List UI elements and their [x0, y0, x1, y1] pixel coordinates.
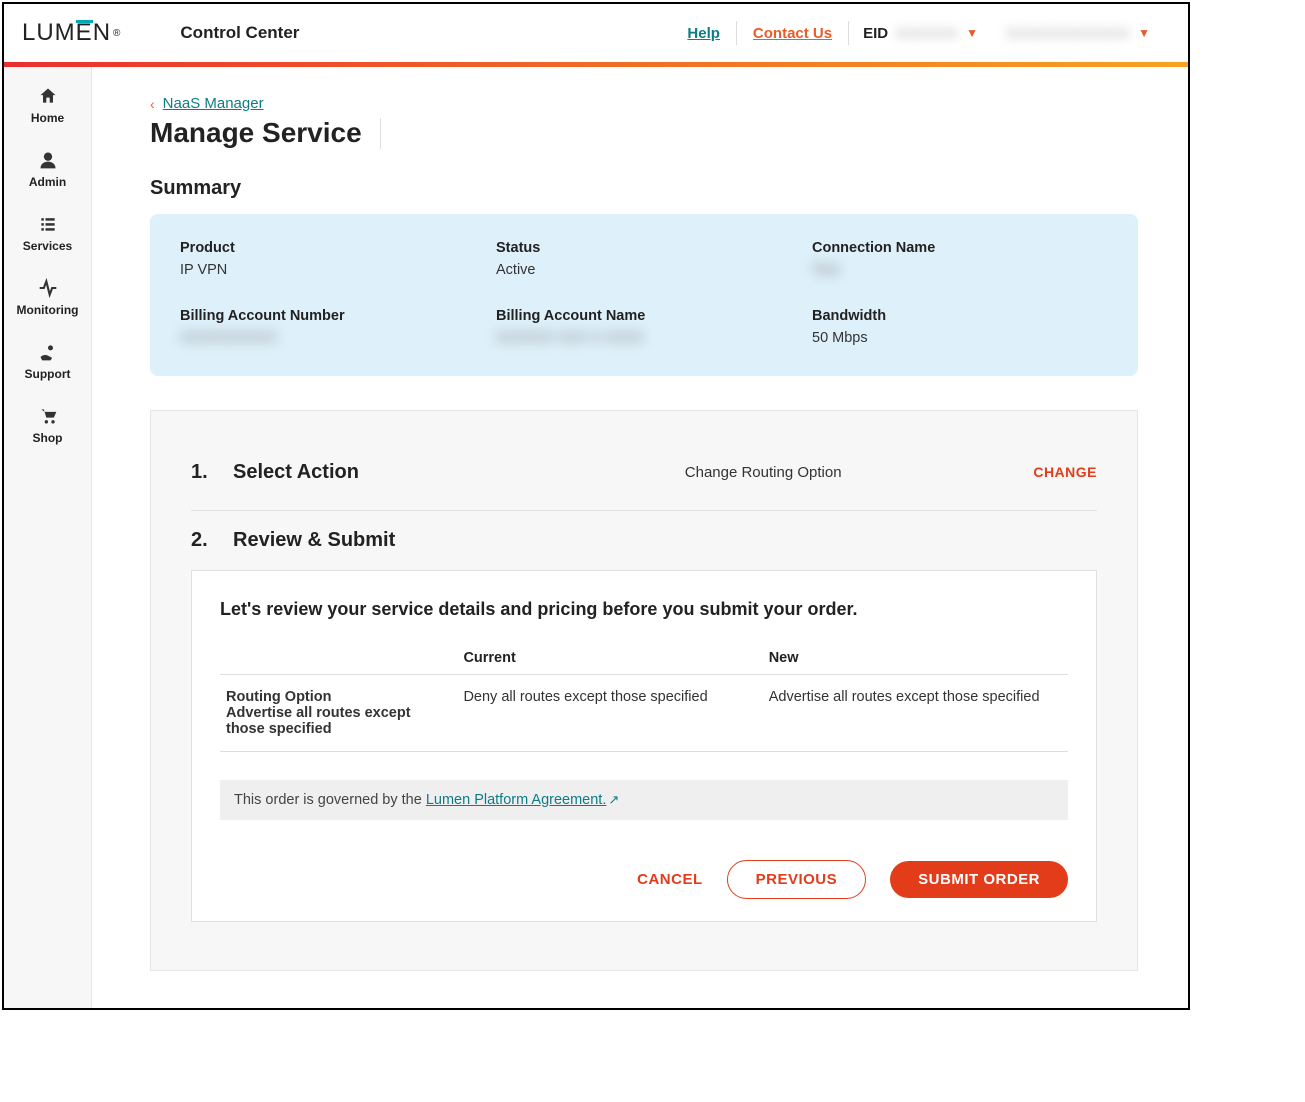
control-center-label: Control Center: [180, 23, 299, 43]
row-new-value: Advertise all routes except those specif…: [763, 674, 1068, 751]
summary-card: Product IP VPN Status Active Connection …: [150, 214, 1138, 376]
field-value: IP VPN: [180, 262, 476, 278]
field-status: Status Active: [496, 240, 792, 278]
field-product: Product IP VPN: [180, 240, 476, 278]
sidebar-item-label: Shop: [4, 431, 91, 445]
button-row: CANCEL PREVIOUS SUBMIT ORDER: [220, 860, 1068, 899]
eid-dropdown[interactable]: EID XXXXXX ▼: [849, 25, 992, 42]
account-value: XXXXXXXXXXXX: [1006, 25, 1130, 41]
review-table: Current New Routing Option Advertise all…: [220, 642, 1068, 752]
summary-heading: Summary: [150, 177, 1138, 200]
review-panel: Let's review your service details and pr…: [191, 570, 1097, 922]
step-one-row: 1. Select Action Change Routing Option C…: [191, 443, 1097, 502]
field-label: Connection Name: [812, 240, 1108, 256]
sidebar-item-support[interactable]: Support: [4, 341, 91, 381]
chevron-down-icon: ▼: [1138, 26, 1150, 40]
sidebar-item-monitoring[interactable]: Monitoring: [4, 277, 91, 317]
eid-label: EID: [863, 25, 888, 42]
header: LUMEN® Control Center Help Contact Us EI…: [4, 4, 1188, 62]
step-title: Review & Submit: [233, 529, 493, 552]
breadcrumb-back-link[interactable]: NaaS Manager: [163, 95, 264, 112]
help-link[interactable]: Help: [671, 25, 736, 42]
field-value: XXXXXX XXX X XXXX: [496, 330, 792, 346]
support-icon: [37, 341, 59, 363]
list-icon: [37, 213, 59, 235]
row-current-value: Deny all routes except those specified: [457, 674, 762, 751]
agreement-bar: This order is governed by the Lumen Plat…: [220, 780, 1068, 820]
field-label: Status: [496, 240, 792, 256]
sidebar-item-label: Services: [4, 239, 91, 253]
logo: LUMEN®: [22, 19, 120, 47]
main-content: ‹ NaaS Manager Manage Service Summary Pr…: [92, 67, 1188, 1008]
field-label: Product: [180, 240, 476, 256]
change-button[interactable]: CHANGE: [1033, 464, 1097, 480]
row-label: Routing Option: [226, 689, 451, 705]
step-two-row: 2. Review & Submit: [191, 511, 1097, 552]
cart-icon: [37, 405, 59, 427]
submit-order-button[interactable]: SUBMIT ORDER: [890, 861, 1068, 898]
agreement-text: This order is governed by the: [234, 792, 426, 808]
table-row: Routing Option Advertise all routes exce…: [220, 674, 1068, 751]
sidebar-item-label: Monitoring: [4, 303, 91, 317]
field-label: Billing Account Number: [180, 308, 476, 324]
user-icon: [37, 149, 59, 171]
sidebar-item-label: Admin: [4, 175, 91, 189]
app-frame: LUMEN® Control Center Help Contact Us EI…: [2, 2, 1190, 1010]
col-current: Current: [457, 642, 762, 675]
sidebar: Home Admin Services Monitoring: [4, 67, 92, 1008]
field-value: 50 Mbps: [812, 330, 1108, 346]
field-connection-name: Connection Name Test: [812, 240, 1108, 278]
field-label: Bandwidth: [812, 308, 1108, 324]
review-heading: Let's review your service details and pr…: [220, 599, 1068, 620]
step-number: 2.: [191, 529, 233, 552]
step-selected-value: Change Routing Option: [493, 464, 1033, 481]
field-value: XXXXXXXXXX: [180, 330, 476, 346]
cancel-button[interactable]: CANCEL: [637, 871, 703, 888]
field-value: Test: [812, 262, 1108, 278]
sidebar-item-home[interactable]: Home: [4, 85, 91, 125]
field-bandwidth: Bandwidth 50 Mbps: [812, 308, 1108, 346]
field-value: Active: [496, 262, 792, 278]
page-title: Manage Service: [150, 118, 381, 149]
field-billing-account-name: Billing Account Name XXXXXX XXX X XXXX: [496, 308, 792, 346]
chevron-down-icon: ▼: [966, 26, 978, 40]
eid-value: XXXXXX: [896, 25, 958, 41]
sidebar-item-services[interactable]: Services: [4, 213, 91, 253]
activity-icon: [37, 277, 59, 299]
step-title: Select Action: [233, 461, 493, 484]
breadcrumb: ‹ NaaS Manager: [150, 95, 1138, 112]
sidebar-item-label: Home: [4, 111, 91, 125]
logo-text: LUMEN: [22, 19, 111, 47]
contact-us-link[interactable]: Contact Us: [737, 25, 848, 42]
sidebar-item-admin[interactable]: Admin: [4, 149, 91, 189]
sidebar-item-label: Support: [4, 367, 91, 381]
external-link-icon: ↗: [608, 792, 619, 807]
col-new: New: [763, 642, 1068, 675]
field-billing-account-number: Billing Account Number XXXXXXXXXX: [180, 308, 476, 346]
steps-card: 1. Select Action Change Routing Option C…: [150, 410, 1138, 971]
home-icon: [37, 85, 59, 107]
step-number: 1.: [191, 461, 233, 484]
row-sublabel: Advertise all routes except those specif…: [226, 705, 451, 737]
sidebar-item-shop[interactable]: Shop: [4, 405, 91, 445]
chevron-left-icon: ‹: [150, 96, 155, 112]
agreement-link[interactable]: Lumen Platform Agreement.: [426, 792, 607, 808]
account-dropdown[interactable]: XXXXXXXXXXXX ▼: [992, 25, 1164, 41]
registered-mark: ®: [113, 28, 120, 39]
previous-button[interactable]: PREVIOUS: [727, 860, 867, 899]
field-label: Billing Account Name: [496, 308, 792, 324]
